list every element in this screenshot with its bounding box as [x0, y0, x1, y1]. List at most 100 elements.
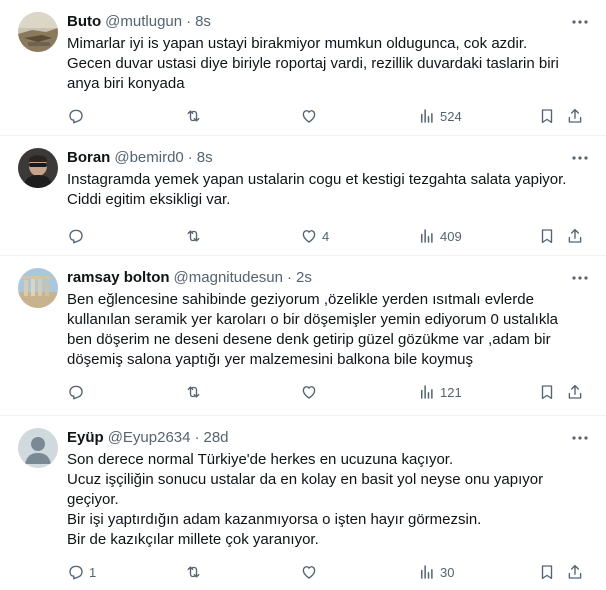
tweet-text-line: döşemiş salona yaptığı yer malzemesini b… [67, 351, 474, 368]
tweet[interactable]: ramsay bolton @magnitudesun · 2s Ben eğl… [0, 256, 606, 416]
share-icon [568, 384, 582, 399]
avatar[interactable] [18, 268, 58, 308]
retweet-button[interactable] [184, 383, 207, 401]
more-options-button[interactable] [570, 14, 590, 30]
separator-dot: · [287, 269, 292, 286]
reply-icon [69, 385, 83, 400]
views-icon [421, 229, 433, 243]
views-button[interactable]: 524 [418, 107, 462, 125]
author-name[interactable]: ramsay bolton [67, 268, 170, 288]
more-icon [572, 276, 588, 280]
separator-dot: · [194, 429, 200, 446]
share-icon [568, 228, 582, 243]
tweet-text-line: Ben eğlencesine sahibinde geziyorum ,öze… [67, 291, 534, 308]
views-count: 30 [440, 564, 455, 580]
tweet[interactable]: Eyüp @Eyup2634 · 28d Son derece normal T… [0, 416, 606, 589]
tweet-text: Ben eğlencesine sahibinde geziyorum ,öze… [67, 290, 590, 370]
action-bar: 4 409 [67, 218, 590, 254]
author-name[interactable]: Boran [67, 148, 110, 168]
like-icon [302, 386, 316, 399]
like-icon [302, 110, 316, 123]
author-handle[interactable]: @Eyup2634 [108, 428, 191, 448]
tweet[interactable]: Buto @mutlugun · 8s Mimarlar iyi is yapa… [0, 0, 606, 136]
like-button[interactable]: 4 [300, 227, 329, 245]
like-button[interactable] [300, 383, 322, 401]
timestamp[interactable]: 8s [195, 12, 211, 32]
author-name[interactable]: Buto [67, 12, 101, 32]
reply-icon [69, 565, 83, 580]
bookmark-button[interactable] [538, 563, 556, 581]
retweet-button[interactable] [184, 107, 207, 125]
share-button[interactable] [566, 383, 584, 401]
bookmark-icon [541, 229, 553, 244]
more-options-button[interactable] [570, 150, 590, 166]
more-icon [572, 20, 588, 24]
tweet-text: Instagramda yemek yapan ustalarin cogu e… [67, 170, 590, 210]
bookmark-icon [541, 385, 553, 400]
tweet-text: Mimarlar iyi is yapan ustayi birakmiyor … [67, 34, 590, 94]
tweet-text-line: anya biri konyada [67, 75, 185, 92]
retweet-icon [187, 566, 200, 578]
retweet-icon [187, 386, 200, 398]
tweet[interactable]: Boran @bemird0 · 8s Instagramda yemek ya… [0, 136, 606, 256]
reply-button[interactable] [67, 107, 89, 125]
like-button[interactable] [300, 563, 322, 581]
tweet-text-line: Bir işi yaptırdığın adam kazanmıyorsa o … [67, 511, 482, 528]
tweet-text-line: ben döşerim ne deseni desene denk getiri… [67, 331, 551, 348]
bookmark-icon [541, 109, 553, 124]
bookmark-button[interactable] [538, 107, 556, 125]
action-bar: 524 [67, 98, 590, 134]
author-handle[interactable]: @mutlugun [105, 12, 182, 32]
views-icon [421, 385, 433, 399]
bookmark-icon [541, 565, 553, 580]
reply-button[interactable]: 1 [67, 563, 96, 581]
bookmark-button[interactable] [538, 383, 556, 401]
more-icon [572, 156, 588, 160]
views-button[interactable]: 121 [418, 383, 462, 401]
views-button[interactable]: 409 [418, 227, 462, 245]
reply-button[interactable] [67, 227, 89, 245]
like-icon [302, 230, 316, 243]
tweet-text-line: Ciddi egitim eksikligi var. [67, 191, 231, 208]
tweet-text-line: Ucuz işçiliğin sonucu ustalar da en kola… [67, 471, 544, 488]
share-icon [568, 564, 582, 579]
share-button[interactable] [566, 107, 584, 125]
avatar[interactable] [18, 428, 58, 468]
like-icon [302, 566, 316, 579]
retweet-icon [187, 230, 200, 242]
reply-count: 1 [89, 564, 97, 580]
tweet-text: Son derece normal Türkiye'de herkes en u… [67, 450, 590, 550]
action-bar: 1 30 [67, 554, 590, 590]
views-button[interactable]: 30 [418, 563, 454, 581]
reply-icon [69, 229, 83, 244]
author-handle[interactable]: @magnitudesun [174, 268, 283, 288]
avatar[interactable] [18, 148, 58, 188]
tweet-text-line: Mimarlar iyi is yapan ustayi birakmiyor … [67, 35, 528, 52]
author-name[interactable]: Eyüp [67, 428, 104, 448]
like-button[interactable] [300, 107, 322, 125]
separator-dot: · [187, 149, 193, 166]
like-count: 4 [322, 228, 330, 244]
timestamp[interactable]: 8s [197, 148, 213, 168]
views-count: 121 [440, 384, 462, 400]
tweet-text-line: kullanılan seramik yer karoları o bir dö… [67, 311, 559, 328]
author-handle[interactable]: @bemird0 [114, 148, 183, 168]
bookmark-button[interactable] [538, 227, 556, 245]
views-count: 409 [440, 228, 462, 244]
tweet-text-line: Gecen duvar ustasi diye biriyle roportaj… [67, 55, 559, 72]
separator-dot: · [186, 13, 192, 30]
tweet-text-line: Instagramda yemek yapan ustalarin cogu e… [67, 171, 567, 188]
reply-button[interactable] [67, 383, 89, 401]
retweet-button[interactable] [184, 227, 207, 245]
views-count: 524 [440, 108, 462, 124]
retweet-button[interactable] [184, 563, 207, 581]
share-button[interactable] [566, 227, 584, 245]
more-options-button[interactable] [570, 270, 590, 286]
timestamp[interactable]: 28d [203, 428, 228, 448]
share-button[interactable] [566, 563, 584, 581]
timestamp[interactable]: 2s [296, 268, 312, 288]
share-icon [568, 108, 582, 123]
tweet-text-line: Bir de kazıkçılar millete çok yaranıyor. [67, 531, 319, 548]
more-options-button[interactable] [570, 430, 590, 446]
avatar[interactable] [18, 12, 58, 52]
